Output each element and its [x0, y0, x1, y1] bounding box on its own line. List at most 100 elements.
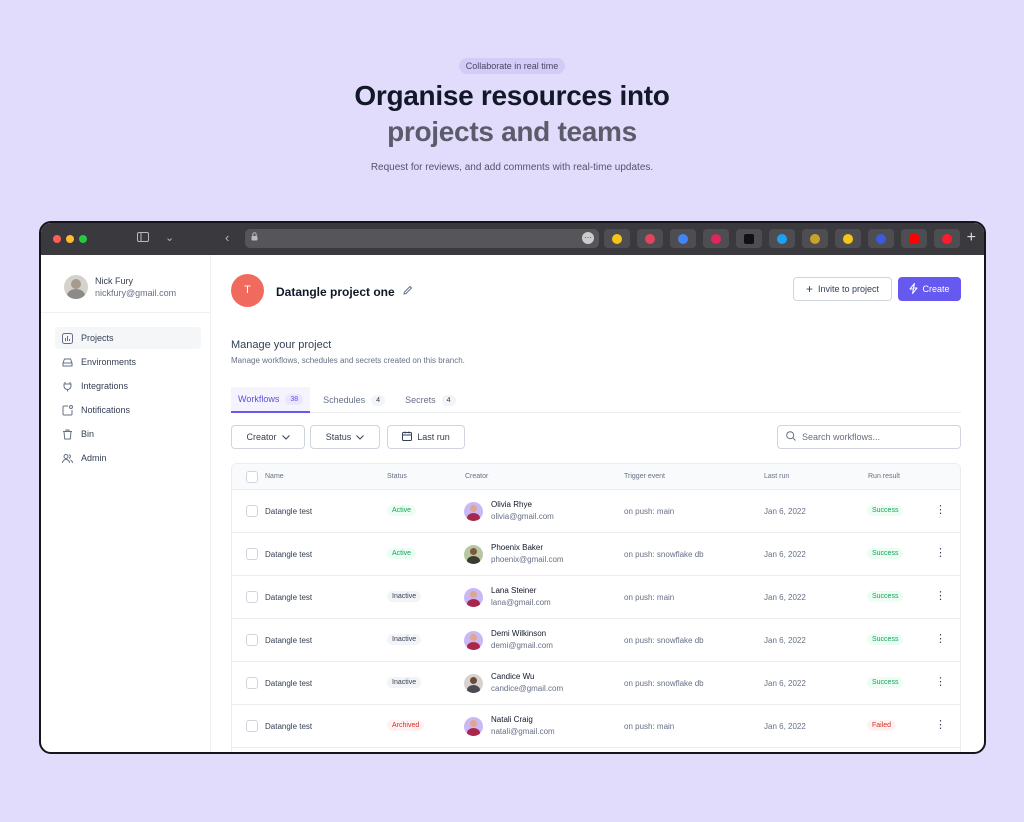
status-badge: Inactive [387, 677, 422, 688]
hero-pill: Collaborate in real time [458, 58, 566, 74]
workflow-name[interactable]: Datangle test [265, 679, 312, 688]
sidebar-item-label: Environments [81, 357, 137, 367]
google-icon[interactable] [670, 229, 696, 248]
maximize-window-dot[interactable] [79, 235, 87, 243]
sidebar-item-notifications[interactable]: Notifications [55, 399, 201, 421]
column-header-creator[interactable]: Creator [465, 473, 488, 480]
avatar [64, 275, 88, 299]
filter-label: Status [325, 432, 352, 442]
address-bar[interactable]: ··· [245, 229, 599, 248]
workflow-name[interactable]: Datangle test [265, 593, 312, 602]
workflow-name[interactable]: Datangle test [265, 550, 312, 559]
workflow-name[interactable]: Datangle test [265, 722, 312, 731]
invite-to-project-button[interactable]: + Invite to project [793, 277, 892, 301]
adidas-icon[interactable] [736, 229, 762, 248]
minimize-window-dot[interactable] [66, 235, 74, 243]
table-row[interactable]: Datangle test Inactive Demi Wilkinson de… [232, 619, 960, 662]
search-input[interactable] [802, 432, 952, 442]
new-tab-icon[interactable]: + [967, 229, 976, 247]
sidebar-item-integrations[interactable]: Integrations [55, 375, 201, 397]
run-result-badge: Success [867, 634, 904, 645]
creator-name: Lana Steiner [491, 586, 537, 595]
more-vertical-icon[interactable]: ⋮ [935, 504, 946, 516]
search-workflows-field[interactable] [777, 425, 961, 449]
sidebar-item-bin[interactable]: Bin [55, 423, 201, 445]
creator-name: Olivia Rhye [491, 500, 532, 509]
column-header-last-run[interactable]: Last run [764, 473, 789, 480]
user-profile[interactable]: Nick Fury nickfury@gmail.com [41, 255, 210, 313]
creator-filter-dropdown[interactable]: Creator [231, 425, 305, 449]
bookmark-9-icon[interactable] [868, 229, 894, 248]
browser-titlebar: ⌄ ‹ ··· + [41, 223, 984, 255]
column-header-status[interactable]: Status [387, 473, 407, 480]
last-run-filter-button[interactable]: Last run [387, 425, 465, 449]
close-window-dot[interactable] [53, 235, 61, 243]
table-row[interactable]: Datangle test Inactive Candice Wu candic… [232, 662, 960, 705]
chevron-down-icon [281, 432, 290, 442]
tab-schedules[interactable]: Schedules 4 [316, 387, 392, 413]
lightning-icon [909, 282, 918, 296]
select-all-checkbox[interactable] [246, 471, 258, 483]
more-vertical-icon[interactable]: ⋮ [935, 676, 946, 688]
chevron-down-icon[interactable]: ⌄ [165, 231, 174, 244]
more-options-icon[interactable]: ··· [582, 232, 594, 244]
table-row[interactable]: Datangle test Archived Natali Craig nata… [232, 705, 960, 748]
twitter-icon[interactable] [769, 229, 795, 248]
status-badge: Active [387, 505, 417, 516]
tab-bar: Workflows 38 Schedules 4 Secrets 4 [231, 387, 961, 413]
workflow-name[interactable]: Datangle test [265, 636, 312, 645]
more-vertical-icon[interactable]: ⋮ [935, 719, 946, 731]
avatar [464, 717, 483, 736]
create-button[interactable]: Create [898, 277, 961, 301]
youtube-icon[interactable] [901, 229, 927, 248]
edit-pencil-icon[interactable] [403, 285, 413, 298]
last-run-date: Jan 6, 2022 [764, 507, 806, 516]
bookmark-1-icon[interactable] [604, 229, 630, 248]
table-row[interactable]: Datangle test Inactive Lana Steiner lana… [232, 576, 960, 619]
search-icon [786, 428, 796, 446]
creator-email: phoenix@gmail.com [491, 555, 564, 564]
column-header-trigger[interactable]: Trigger event [624, 473, 665, 480]
more-vertical-icon[interactable]: ⋮ [935, 547, 946, 559]
table-row[interactable]: Datangle test Active Olivia Rhye olivia@… [232, 490, 960, 533]
bookmark-2-icon[interactable] [637, 229, 663, 248]
bookmark-4-icon[interactable] [703, 229, 729, 248]
row-checkbox[interactable] [246, 548, 258, 560]
sidebar-item-projects[interactable]: Projects [55, 327, 201, 349]
bookmark-8-icon[interactable] [835, 229, 861, 248]
sidebar-item-label: Bin [81, 429, 95, 439]
tab-count-badge: 38 [285, 393, 304, 405]
creator-name: Demi Wilkinson [491, 629, 547, 638]
tab-secrets[interactable]: Secrets 4 [398, 387, 462, 413]
avatar [464, 502, 483, 521]
sidebar-item-label: Admin [81, 453, 107, 463]
avatar [464, 545, 483, 564]
bookmark-7-icon[interactable] [802, 229, 828, 248]
column-header-name[interactable]: Name [265, 473, 284, 480]
sidebar-toggle-icon[interactable] [137, 232, 149, 245]
sidebar-item-admin[interactable]: Admin [55, 447, 201, 469]
trigger-event: on push: main [624, 507, 675, 516]
tab-workflows[interactable]: Workflows 38 [231, 387, 311, 413]
column-header-run-result[interactable]: Run result [868, 473, 900, 480]
row-checkbox[interactable] [246, 720, 258, 732]
row-checkbox[interactable] [246, 677, 258, 689]
status-filter-dropdown[interactable]: Status [310, 425, 380, 449]
back-arrow-icon[interactable]: ‹ [225, 230, 229, 245]
sidebar-item-label: Projects [81, 333, 114, 343]
table-row[interactable]: Datangle test Active Phoenix Baker phoen… [232, 533, 960, 576]
trigger-event: on push: snowflake db [624, 679, 704, 688]
opera-icon[interactable] [934, 229, 960, 248]
row-checkbox[interactable] [246, 505, 258, 517]
last-run-date: Jan 6, 2022 [764, 722, 806, 731]
row-checkbox[interactable] [246, 591, 258, 603]
more-vertical-icon[interactable]: ⋮ [935, 633, 946, 645]
sidebar-item-environments[interactable]: Environments [55, 351, 201, 373]
manage-subtitle: Manage workflows, schedules and secrets … [231, 356, 465, 365]
workflow-name[interactable]: Datangle test [265, 507, 312, 516]
row-checkbox[interactable] [246, 634, 258, 646]
user-name: Nick Fury [95, 276, 133, 286]
bell-square-icon [62, 404, 73, 416]
more-vertical-icon[interactable]: ⋮ [935, 590, 946, 602]
tab-label: Workflows [238, 394, 280, 404]
